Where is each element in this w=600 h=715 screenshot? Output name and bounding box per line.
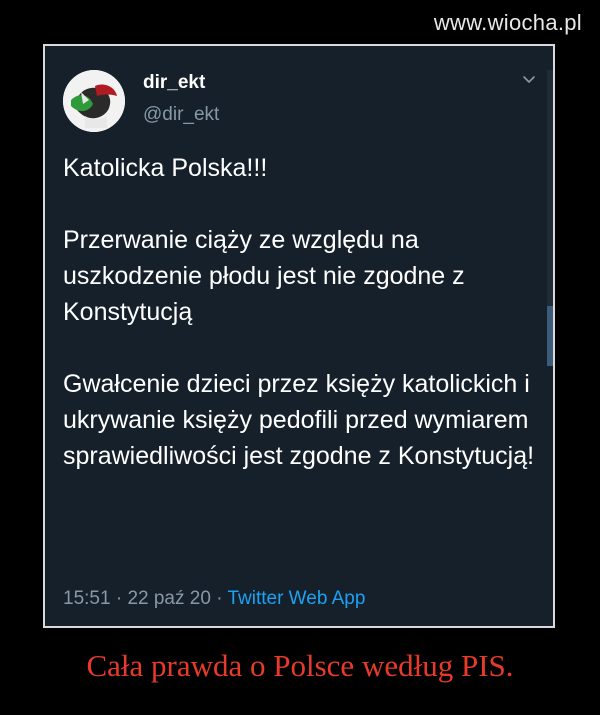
- tweet-date[interactable]: 22 paź 20: [127, 588, 210, 609]
- meta-separator: ·: [216, 588, 223, 609]
- chevron-down-icon[interactable]: [521, 74, 537, 86]
- tweet-time[interactable]: 15:51: [63, 588, 111, 609]
- tweet-paragraph: Katolicka Polska!!!: [63, 154, 268, 182]
- avatar-image: [63, 70, 125, 132]
- user-handle[interactable]: @dir_ekt: [143, 104, 219, 126]
- tweet-source-link[interactable]: Twitter Web App: [227, 588, 365, 609]
- display-name[interactable]: dir_ekt: [143, 72, 205, 94]
- tweet-text: Katolicka Polska!!! Przerwanie ciąży ze …: [63, 150, 541, 474]
- tweet-paragraph: Przerwanie ciąży ze względu na uszkodzen…: [63, 226, 465, 326]
- scrollbar[interactable]: [547, 70, 553, 366]
- caption: Cała prawda o Polsce według PIS.: [86, 648, 514, 683]
- tweet-card: dir_ekt @dir_ekt Katolicka Polska!!! Prz…: [45, 46, 553, 626]
- watermark: www.wiocha.pl: [433, 10, 582, 35]
- avatar[interactable]: [63, 70, 125, 132]
- scrollbar-thumb[interactable]: [547, 306, 553, 366]
- tweet-screenshot-frame: dir_ekt @dir_ekt Katolicka Polska!!! Prz…: [43, 44, 555, 628]
- tweet-paragraph: Gwałcenie dzieci przez księży katolickic…: [63, 370, 535, 470]
- meta-separator: ·: [115, 588, 123, 609]
- tweet-meta: 15:51 · 22 paź 20 · Twitter Web App: [63, 588, 365, 610]
